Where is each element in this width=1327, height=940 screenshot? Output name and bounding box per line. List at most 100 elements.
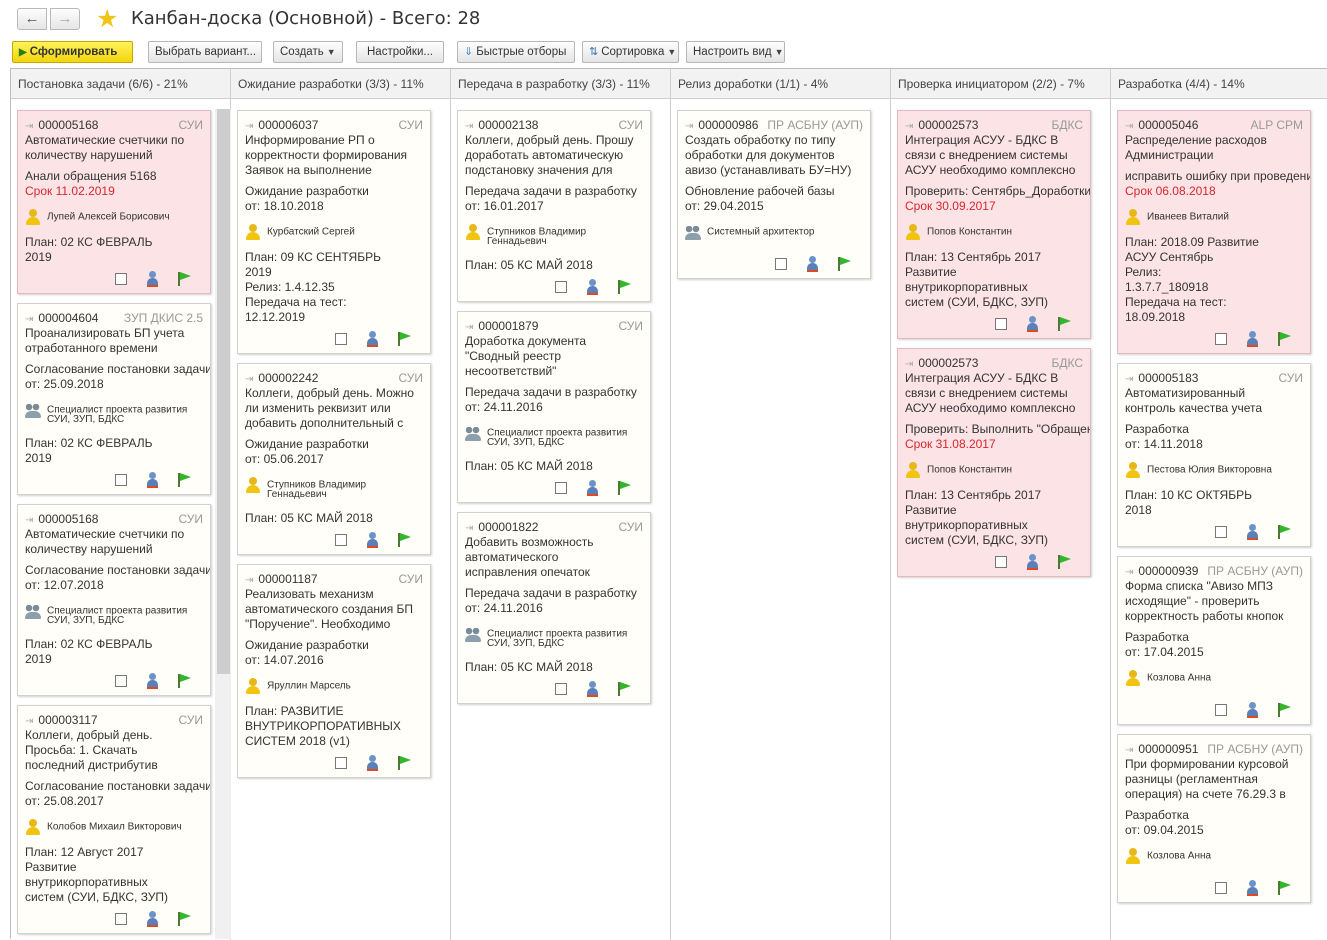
green-flag-icon[interactable] [175,673,191,689]
checkbox[interactable] [555,482,567,494]
task-card[interactable]: ⇥ 000005168 СУИ Автоматические счетчики по к… [17,110,211,294]
assign-executor-icon[interactable] [365,755,381,771]
card-text-line: Интеграция АСУУ - БДКС В [905,371,1059,385]
green-flag-icon[interactable] [395,331,411,347]
checkbox[interactable] [1215,333,1227,345]
choose-variant-button[interactable]: Выбрать вариант... [148,41,262,63]
checkbox[interactable] [115,273,127,285]
checkbox[interactable] [775,258,787,270]
task-card[interactable]: ⇥ 000001879 СУИ Доработка документа "Сводный… [457,311,651,503]
assign-executor-icon[interactable] [1245,331,1261,347]
card-actions [335,331,425,347]
checkbox[interactable] [995,556,1007,568]
back-button[interactable]: ← [17,8,47,30]
star-icon[interactable]: ★ [96,4,118,34]
checkbox[interactable] [995,318,1007,330]
card-text-line: Автоматизированный [1125,386,1246,400]
create-button[interactable]: Создать ▼ [273,41,343,63]
task-card[interactable]: ⇥ 000002242 СУИ Коллеги, добрый день. Можно… [237,363,431,555]
task-card[interactable]: ⇥ 000002573 БДКС Интеграция АСУУ - БДКС Всв… [897,110,1091,339]
green-flag-icon[interactable] [175,271,191,287]
play-icon: ▶ [19,47,27,58]
checkbox[interactable] [115,675,127,687]
task-card[interactable]: ⇥ 000000939 ПР АСБНУ (АУП) Форма списка "Ав… [1117,556,1311,725]
assign-executor-icon[interactable] [1025,316,1041,332]
task-card[interactable]: ⇥ 000002573 БДКС Интеграция АСУУ - БДКС Всв… [897,348,1091,577]
green-flag-icon[interactable] [1275,524,1291,540]
assign-executor-icon[interactable] [585,681,601,697]
task-card[interactable]: ⇥ 000004604 ЗУП ДКИС 2.5 Проанализировать Б… [17,303,211,495]
assign-executor-icon[interactable] [365,331,381,347]
view-setup-button[interactable]: Настроить вид ▼ [686,41,785,63]
assign-executor-icon[interactable] [1245,524,1261,540]
scrollbar-thumb[interactable] [217,109,230,674]
green-flag-icon[interactable] [395,532,411,548]
settings-button[interactable]: Настройки... [356,41,444,63]
task-card[interactable]: ⇥ 000001187 СУИ Реализовать механизм автомат… [237,564,431,778]
checkbox[interactable] [335,333,347,345]
green-flag-icon[interactable] [615,681,631,697]
card-text-line: Анали обращения 5168 [25,169,157,183]
checkbox[interactable] [555,281,567,293]
checkbox[interactable] [115,474,127,486]
assign-executor-icon[interactable] [1245,880,1261,896]
assignee: Пестова Юлия Викторовна [1125,462,1272,478]
card-text-line: Коллеги, добрый день. Можно [245,386,414,400]
green-flag-icon[interactable] [835,256,851,272]
card-id: 000002242 [258,371,319,385]
quick-filters-button[interactable]: ⇓ Быстрые отборы [457,41,575,63]
task-card[interactable]: ⇥ 000006037 СУИ Информирование РП о корректн… [237,110,431,354]
forward-button[interactable]: → [50,8,80,30]
green-flag-icon[interactable] [1275,702,1291,718]
assign-executor-icon[interactable] [805,256,821,272]
sorting-label: Сортировка [601,46,665,58]
green-flag-icon[interactable] [615,279,631,295]
task-card[interactable]: ⇥ 000000986 ПР АСБНУ (АУП) Создать обработк… [677,110,871,279]
assign-executor-icon[interactable] [145,673,161,689]
assign-executor-icon[interactable] [145,911,161,927]
green-flag-icon[interactable] [1275,880,1291,896]
green-flag-icon[interactable] [175,911,191,927]
task-card[interactable]: ⇥ 000003117 СУИ Коллеги, добрый день. Просьб… [17,705,211,934]
task-card[interactable]: ⇥ 000002138 СУИ Коллеги, добрый день. Прошу… [457,110,651,302]
green-flag-icon[interactable] [1055,316,1071,332]
assignee-name: Системный архитектор [707,226,815,238]
green-flag-icon[interactable] [615,480,631,496]
card-id: 000000951 [1138,742,1199,756]
task-card[interactable]: ⇥ 000005168 СУИ Автоматические счетчики по к… [17,504,211,696]
checkbox[interactable] [1215,704,1227,716]
card-text-line: При формировании курсовой [1125,757,1289,771]
generate-button[interactable]: ▶ Сформировать [12,41,133,63]
checkbox[interactable] [115,913,127,925]
task-card[interactable]: ⇥ 000000951 ПР АСБНУ (АУП) При формировании… [1117,734,1311,903]
sorting-button[interactable]: ⇅ Сортировка ▼ [582,41,679,63]
column-scrollbar[interactable] [215,109,231,939]
task-card[interactable]: ⇥ 000001822 СУИ Добавить возможность автомат… [457,512,651,704]
green-flag-icon[interactable] [395,755,411,771]
checkbox[interactable] [335,534,347,546]
green-flag-icon[interactable] [1275,331,1291,347]
assign-executor-icon[interactable] [1025,554,1041,570]
checkbox[interactable] [555,683,567,695]
task-card[interactable]: ⇥ 000005046 ALP CPM Распределение расходов А… [1117,110,1311,354]
card-number: ⇥ 000006037 [245,118,318,132]
card-text-line: Ожидание разработки [245,184,369,198]
card-actions [335,532,425,548]
checkbox[interactable] [1215,526,1227,538]
checkbox[interactable] [335,757,347,769]
assign-executor-icon[interactable] [365,532,381,548]
task-card[interactable]: ⇥ 000005183 СУИ Автоматизированный контроль … [1117,363,1311,547]
column-header: Релиз доработки (1/1) - 4% [671,69,890,99]
assign-executor-icon[interactable] [1245,702,1261,718]
chevron-down-icon: ▼ [326,47,336,57]
checkbox[interactable] [1215,882,1227,894]
assign-executor-icon[interactable] [145,472,161,488]
green-flag-icon[interactable] [1055,554,1071,570]
settings-label: Настройки... [367,46,433,58]
assign-executor-icon[interactable] [145,271,161,287]
green-flag-icon[interactable] [175,472,191,488]
card-id: 000004604 [38,311,99,325]
card-system-tag: ПР АСБНУ (АУП) [1207,742,1303,756]
assign-executor-icon[interactable] [585,480,601,496]
assign-executor-icon[interactable] [585,279,601,295]
